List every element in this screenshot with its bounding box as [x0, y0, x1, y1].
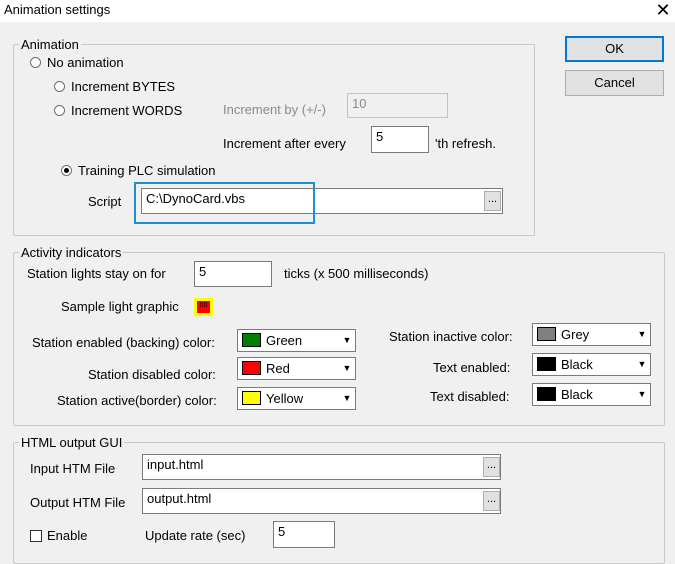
- chevron-down-icon[interactable]: ▼: [635, 354, 649, 374]
- increment-bytes-label[interactable]: Increment BYTES: [71, 79, 175, 94]
- chevron-down-icon[interactable]: ▼: [340, 330, 354, 350]
- increment-words-radio[interactable]: [54, 105, 65, 116]
- station-inactive-swatch: [537, 327, 556, 341]
- refresh-suffix-label: 'th refresh.: [435, 136, 497, 151]
- text-disabled-swatch: [537, 387, 556, 401]
- activity-group-label: Activity indicators: [19, 245, 124, 260]
- animation-group-label: Animation: [19, 37, 81, 52]
- station-disabled-swatch: [242, 361, 261, 375]
- station-inactive-value: Grey: [561, 327, 590, 342]
- increment-after-label: Increment after every: [223, 136, 346, 151]
- text-enabled-label: Text enabled:: [433, 360, 511, 375]
- increment-bytes-radio[interactable]: [54, 81, 65, 92]
- increment-after-field[interactable]: 5: [371, 126, 429, 153]
- output-htm-browse-button[interactable]: ...: [483, 491, 500, 511]
- output-htm-field[interactable]: output.html: [142, 488, 501, 514]
- sample-light-graphic: 00: [194, 298, 213, 316]
- chevron-down-icon[interactable]: ▼: [340, 388, 354, 408]
- output-htm-label: Output HTM File: [30, 495, 126, 510]
- station-enabled-swatch: [242, 333, 261, 347]
- window-title: Animation settings: [4, 2, 111, 17]
- chevron-down-icon[interactable]: ▼: [340, 358, 354, 378]
- update-rate-label: Update rate (sec): [145, 528, 246, 543]
- script-browse-button[interactable]: ...: [484, 191, 501, 211]
- station-disabled-value: Red: [266, 361, 290, 376]
- html-output-group-label: HTML output GUI: [19, 435, 125, 450]
- input-htm-browse-button[interactable]: ...: [483, 457, 500, 477]
- enable-checkbox[interactable]: [30, 530, 42, 542]
- increment-words-label[interactable]: Increment WORDS: [71, 103, 182, 118]
- station-inactive-label: Station inactive color:: [389, 329, 513, 344]
- sample-light-label: Sample light graphic: [61, 299, 179, 314]
- script-label: Script: [88, 194, 122, 209]
- no-animation-label[interactable]: No animation: [47, 55, 124, 70]
- cancel-button[interactable]: Cancel: [565, 70, 664, 96]
- text-disabled-value: Black: [561, 387, 593, 402]
- stay-on-label: Station lights stay on for: [27, 266, 166, 281]
- chevron-down-icon[interactable]: ▼: [635, 324, 649, 344]
- station-enabled-label: Station enabled (backing) color:: [32, 335, 215, 350]
- text-enabled-swatch: [537, 357, 556, 371]
- stay-on-suffix: ticks (x 500 milliseconds): [284, 266, 429, 281]
- no-animation-radio[interactable]: [30, 57, 41, 68]
- enable-label[interactable]: Enable: [47, 528, 87, 543]
- increment-by-field[interactable]: 10: [347, 93, 448, 118]
- increment-by-label: Increment by (+/-): [223, 102, 326, 117]
- stay-on-field[interactable]: 5: [194, 261, 272, 287]
- update-rate-field[interactable]: 5: [273, 521, 335, 548]
- close-icon[interactable]: ✕: [651, 0, 675, 22]
- station-disabled-label: Station disabled color:: [88, 367, 216, 382]
- station-enabled-value: Green: [266, 333, 303, 348]
- chevron-down-icon[interactable]: ▼: [635, 384, 649, 404]
- training-plc-radio[interactable]: [61, 165, 72, 176]
- input-htm-label: Input HTM File: [30, 461, 116, 476]
- script-highlight: [134, 182, 315, 224]
- text-enabled-value: Black: [561, 357, 593, 372]
- training-plc-label[interactable]: Training PLC simulation: [78, 163, 216, 178]
- station-active-value: Yellow: [266, 391, 304, 406]
- ok-button[interactable]: OK: [565, 36, 664, 62]
- station-active-swatch: [242, 391, 261, 405]
- station-active-label: Station active(border) color:: [57, 393, 217, 408]
- input-htm-field[interactable]: input.html: [142, 454, 501, 480]
- text-disabled-label: Text disabled:: [430, 389, 510, 404]
